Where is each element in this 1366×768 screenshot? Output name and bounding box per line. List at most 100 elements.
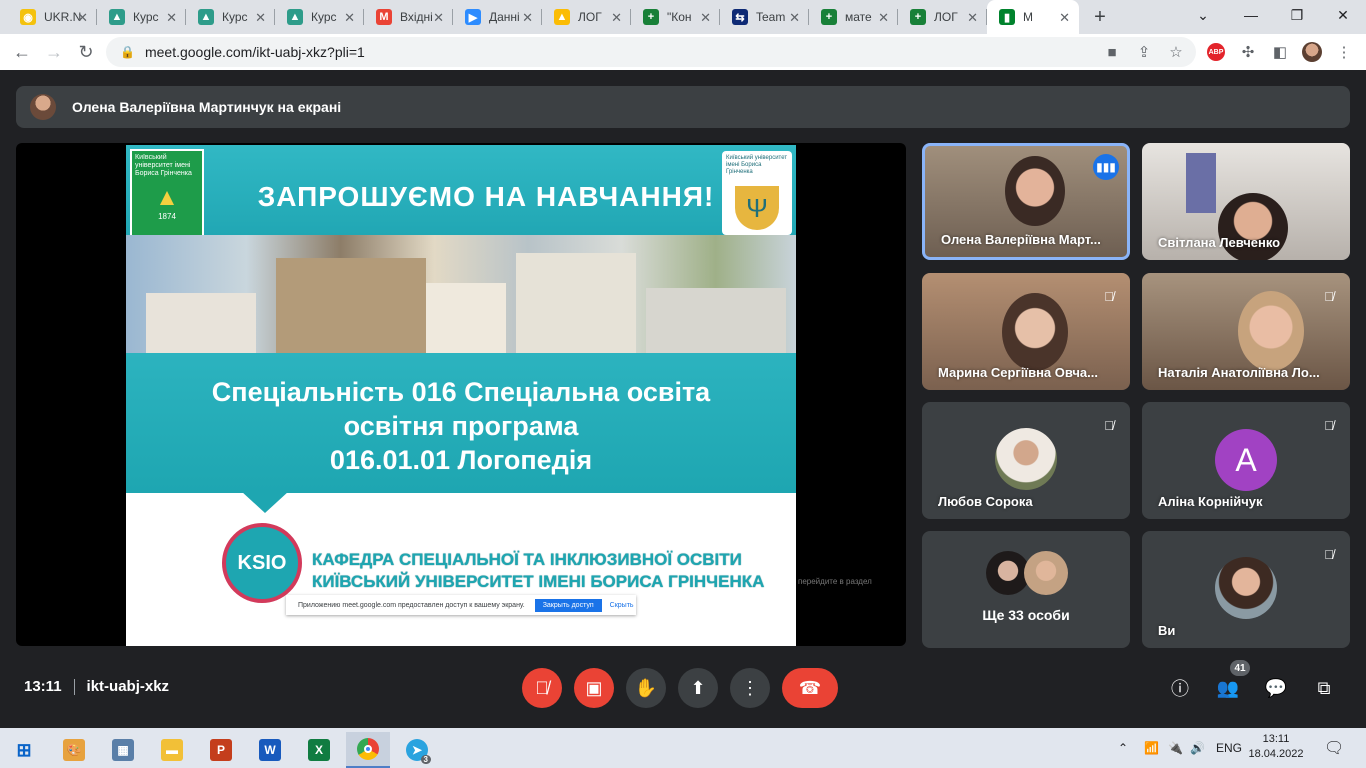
participant-tile[interactable]: ▮▮▮ Олена Валеріївна Март... xyxy=(922,143,1130,260)
minimize-button[interactable]: — xyxy=(1228,0,1274,30)
adblock-extension-icon[interactable]: ABP xyxy=(1200,36,1232,68)
side-panel-icon[interactable]: ◧ xyxy=(1264,36,1296,68)
browser-tab[interactable]: ▶ Данні ✕ xyxy=(453,0,542,34)
forward-arrow-icon[interactable]: → xyxy=(38,36,70,68)
extensions-puzzle-icon[interactable]: ✣ xyxy=(1232,36,1264,68)
dept-line-2: КИЇВСЬКИЙ УНІВЕРСИТЕТ ІМЕНІ БОРИСА ГРІНЧ… xyxy=(312,572,765,591)
tab-close-icon[interactable]: ✕ xyxy=(433,10,444,26)
browser-tab[interactable]: ⇆ Team ✕ xyxy=(720,0,809,34)
tab-close-icon[interactable]: ✕ xyxy=(967,10,978,26)
telegram-icon[interactable]: ➤ 3 xyxy=(395,732,439,768)
lock-icon: 🔒 xyxy=(120,45,135,59)
restore-button[interactable]: ❐ xyxy=(1274,0,1320,30)
close-window-button[interactable]: ✕ xyxy=(1320,0,1366,30)
browser-tab[interactable]: + "Кон ✕ xyxy=(631,0,720,34)
meeting-controls-bar: 13:11 ikt-uabj-xkz 🎙̸ ▣ ✋ ⬆ ⋮ ☎ ⓘ 👥 41 💬… xyxy=(0,660,1366,728)
chat-icon[interactable]: 💬 xyxy=(1262,674,1290,702)
hide-notice-link[interactable]: Скрыть xyxy=(610,602,634,609)
powerpoint-icon[interactable]: P xyxy=(199,732,243,768)
people-icon[interactable]: 👥 xyxy=(1214,674,1242,702)
tab-close-icon[interactable]: ✕ xyxy=(789,10,800,26)
leave-call-button[interactable]: ☎ xyxy=(782,668,838,708)
present-screen-button[interactable]: ⬆ xyxy=(678,668,718,708)
browser-tab[interactable]: ▮ M ✕ xyxy=(987,0,1079,34)
book-emblem-icon: ▲ xyxy=(155,184,179,211)
profile-avatar[interactable] xyxy=(1296,36,1328,68)
browser-tab[interactable]: ▲ ЛОГ ✕ xyxy=(542,0,631,34)
bookmark-star-icon[interactable]: ☆ xyxy=(1160,36,1192,68)
mic-off-button[interactable]: 🎙̸ xyxy=(522,668,562,708)
activities-icon[interactable]: ⧉ xyxy=(1310,674,1338,702)
university-logo-right: Київський університет імені Бориса Грінч… xyxy=(722,151,792,235)
participant-count-badge: 41 xyxy=(1230,660,1250,676)
participant-group-tile[interactable]: Ще 33 особи xyxy=(922,531,1130,648)
paint-app-icon[interactable]: 🎨 xyxy=(52,732,96,768)
notifications-icon[interactable]: 🗨 xyxy=(1324,728,1344,768)
browser-tab[interactable]: + мате ✕ xyxy=(809,0,898,34)
camera-off-button[interactable]: ▣ xyxy=(574,668,614,708)
more-options-button[interactable]: ⋮ xyxy=(730,668,770,708)
windows-start-icon[interactable]: ⊞ xyxy=(2,732,46,768)
browser-tab-strip: ◉UKR.NET✕▲Курс✕▲Курс✕▲Курс✕MВхідні✕▶Данн… xyxy=(0,0,1366,34)
participant-tile[interactable]: Світлана Левченко xyxy=(1142,143,1350,260)
tab-close-icon[interactable]: ✕ xyxy=(611,10,622,26)
presentation-stage[interactable]: Київський університет імені Бориса Грінч… xyxy=(16,143,906,646)
language-indicator[interactable]: ENG xyxy=(1216,728,1242,768)
browser-tab[interactable]: ▲ Курс ✕ xyxy=(275,0,364,34)
taskbar-clock[interactable]: 13:11 18.04.2022 xyxy=(1246,732,1306,762)
url-text: meet.google.com/ikt-uabj-xkz?pli=1 xyxy=(144,44,365,60)
participant-name: Світлана Левченко xyxy=(1158,235,1281,250)
campus-photo-strip xyxy=(126,235,796,353)
presenting-banner: Олена Валеріївна Мартинчук на екрані xyxy=(16,86,1350,128)
tab-close-icon[interactable]: ✕ xyxy=(1059,10,1070,26)
tab-close-icon[interactable]: ✕ xyxy=(700,10,711,26)
shared-slide: Київський університет імені Бориса Грінч… xyxy=(126,145,796,646)
raise-hand-button[interactable]: ✋ xyxy=(626,668,666,708)
slide-title: ЗАПРОШУЄМО НА НАВЧАННЯ! xyxy=(257,181,715,212)
volume-icon[interactable]: 🔊 xyxy=(1190,728,1205,768)
stop-sharing-button[interactable]: Закрыть доступ xyxy=(534,598,602,612)
tab-close-icon[interactable]: ✕ xyxy=(166,10,177,26)
participant-tile[interactable]: 🎙̸ Любов Сорока xyxy=(922,402,1130,519)
browser-tab[interactable]: ◉UKR.NET✕ xyxy=(8,0,97,34)
browser-menu-icon[interactable]: ⋮ xyxy=(1328,36,1360,68)
file-explorer-icon[interactable]: ▬ xyxy=(150,732,194,768)
tab-search-chevron-icon[interactable]: ⌄ xyxy=(1180,0,1226,30)
tab-close-icon[interactable]: ✕ xyxy=(255,10,266,26)
tab-favicon-icon: ▮ xyxy=(999,9,1015,25)
power-icon[interactable]: 🔌 xyxy=(1168,728,1183,768)
camera-blocked-icon[interactable]: ■ xyxy=(1096,36,1128,68)
tab-close-icon[interactable]: ✕ xyxy=(77,10,88,26)
calculator-app-icon[interactable]: ▦ xyxy=(101,732,145,768)
tray-chevron-icon[interactable]: ⌃ xyxy=(1118,728,1128,768)
logo-left-text: Київський університет імені Бориса Грінч… xyxy=(135,154,192,177)
new-tab-button[interactable]: + xyxy=(1083,0,1117,34)
reload-icon[interactable]: ↻ xyxy=(70,36,102,68)
excel-icon[interactable]: X xyxy=(297,732,341,768)
tab-favicon-icon: ▶ xyxy=(465,9,481,25)
meeting-details-icon[interactable]: ⓘ xyxy=(1166,674,1194,702)
chrome-icon[interactable] xyxy=(346,732,390,768)
participant-tile[interactable]: 🎙̸ Наталія Анатоліївна Ло... xyxy=(1142,273,1350,390)
browser-tab[interactable]: ▲ Курс ✕ xyxy=(97,0,186,34)
tab-favicon-icon: ▲ xyxy=(109,9,125,25)
share-icon[interactable]: ⇪ xyxy=(1128,36,1160,68)
self-tile[interactable]: 🎙̸ Ви xyxy=(1142,531,1350,648)
meeting-time: 13:11 xyxy=(24,678,62,695)
tab-favicon-icon: ◉ xyxy=(20,9,36,25)
tab-close-icon[interactable]: ✕ xyxy=(522,10,533,26)
word-icon[interactable]: W xyxy=(248,732,292,768)
participant-tile[interactable]: A 🎙̸ Аліна Корнійчук xyxy=(1142,402,1350,519)
tab-favicon-icon: + xyxy=(643,9,659,25)
network-icon[interactable]: 📶 xyxy=(1144,728,1159,768)
tab-close-icon[interactable]: ✕ xyxy=(878,10,889,26)
address-bar[interactable]: 🔒 meet.google.com/ikt-uabj-xkz?pli=1 xyxy=(106,37,1196,67)
browser-tab[interactable]: + ЛОГ ✕ xyxy=(898,0,987,34)
participant-tile[interactable]: 🎙̸ Марина Сергіївна Овча... xyxy=(922,273,1130,390)
browser-tab[interactable]: ▲ Курс ✕ xyxy=(186,0,275,34)
back-arrow-icon[interactable]: ← xyxy=(6,36,38,68)
browser-tab[interactable]: M Вхідні ✕ xyxy=(364,0,453,34)
tab-favicon-icon: + xyxy=(910,9,926,25)
tab-close-icon[interactable]: ✕ xyxy=(344,10,355,26)
screen-share-notice: Приложению meet.google.com предоставлен … xyxy=(286,595,636,615)
